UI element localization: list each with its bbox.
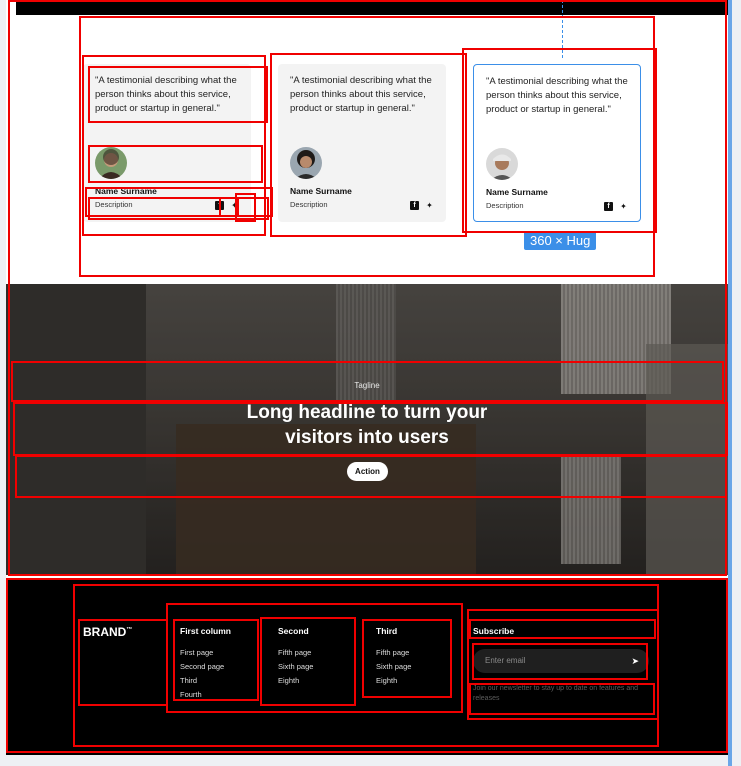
testimonial-name: Name Surname xyxy=(486,187,548,197)
testimonial-name: Name Surname xyxy=(95,186,157,196)
twitter-icon[interactable]: ✦ xyxy=(619,202,628,211)
footer-column: Third Fifth page Sixth page Eighth xyxy=(376,626,411,690)
avatar xyxy=(95,147,127,179)
footer: BRAND™ First column First page Second pa… xyxy=(6,578,728,755)
spacing-guide xyxy=(562,0,563,58)
footer-link[interactable]: Fourth xyxy=(180,690,231,704)
footer-link[interactable]: Sixth page xyxy=(278,662,313,676)
social-links: f ✦ xyxy=(604,202,628,211)
twitter-icon[interactable]: ✦ xyxy=(425,201,434,210)
facebook-icon[interactable]: f xyxy=(410,201,419,210)
hero-headline: Long headline to turn your visitors into… xyxy=(6,400,728,450)
footer-link[interactable]: Fifth page xyxy=(278,648,313,662)
subscribe-note: Join our newsletter to stay up to date o… xyxy=(473,685,638,702)
social-links: f ✦ xyxy=(410,201,434,210)
testimonial-card-selected[interactable]: "A testimonial describing what the perso… xyxy=(473,64,641,222)
footer-link[interactable]: Third xyxy=(180,676,231,690)
footer-column-title: Second xyxy=(278,626,309,636)
subscribe-title: Subscribe xyxy=(473,626,515,636)
testimonial-quote: "A testimonial describing what the perso… xyxy=(290,75,432,114)
social-links: f ✦ xyxy=(215,201,239,210)
footer-link[interactable]: First page xyxy=(180,648,231,662)
send-icon[interactable]: ➤ xyxy=(631,649,639,673)
testimonial-name: Name Surname xyxy=(290,186,352,196)
footer-link[interactable]: Eighth xyxy=(376,676,411,690)
footer-link[interactable]: Sixth page xyxy=(376,662,411,676)
hero-headline-line: visitors into users xyxy=(285,427,449,448)
facebook-icon[interactable]: f xyxy=(604,202,613,211)
testimonial-card[interactable]: "A testimonial describing what the perso… xyxy=(278,64,446,222)
email-placeholder: Enter email xyxy=(485,656,526,665)
brand-logo[interactable]: BRAND™ xyxy=(83,625,132,639)
footer-column-title: Third xyxy=(376,626,398,636)
testimonial-description: Description xyxy=(95,200,133,209)
hero-tagline: Tagline xyxy=(354,381,380,390)
top-bar xyxy=(16,0,728,15)
canvas-edge-marker xyxy=(728,0,732,766)
action-button[interactable]: Action xyxy=(347,462,388,481)
trademark-mark: ™ xyxy=(126,627,133,633)
size-badge: 360 × Hug xyxy=(524,231,597,250)
footer-link[interactable]: Eighth xyxy=(278,676,313,690)
twitter-icon[interactable]: ✦ xyxy=(230,201,239,210)
page-frame: "A testimonial describing what the perso… xyxy=(6,0,728,755)
footer-link[interactable]: Fifth page xyxy=(376,648,411,662)
hero-headline-line: Long headline to turn your xyxy=(246,402,488,423)
facebook-icon[interactable]: f xyxy=(215,201,224,210)
avatar xyxy=(486,148,518,180)
footer-column: Second Fifth page Sixth page Eighth xyxy=(278,626,313,690)
testimonial-description: Description xyxy=(486,201,524,210)
testimonial-quote: "A testimonial describing what the perso… xyxy=(486,76,628,115)
brand-name: BRAND xyxy=(83,625,127,639)
testimonial-description: Description xyxy=(290,200,328,209)
avatar xyxy=(290,147,322,179)
testimonial-quote: "A testimonial describing what the perso… xyxy=(95,75,237,114)
testimonial-card[interactable]: "A testimonial describing what the perso… xyxy=(83,64,251,222)
footer-column: First column First page Second page Thir… xyxy=(180,626,231,704)
email-field[interactable]: Enter email ➤ xyxy=(473,649,649,673)
hero-section: Tagline Long headline to turn your visit… xyxy=(6,284,728,575)
footer-link[interactable]: Second page xyxy=(180,662,231,676)
footer-column-title: First column xyxy=(180,626,232,636)
